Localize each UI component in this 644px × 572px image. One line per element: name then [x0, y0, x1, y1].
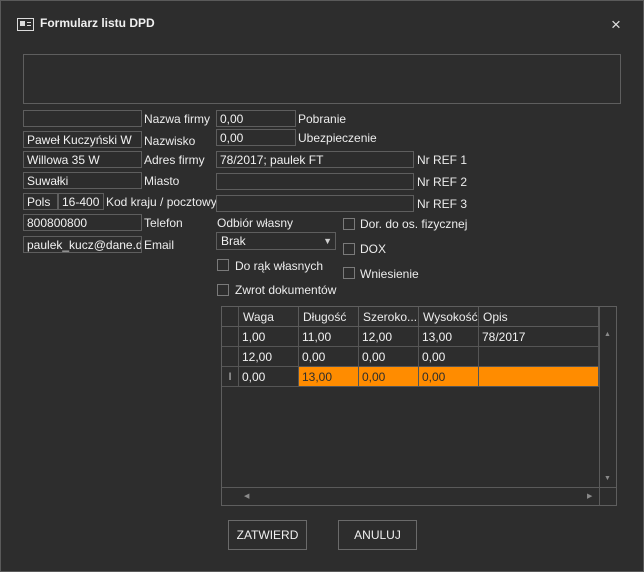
private-person-checkbox[interactable] — [343, 218, 355, 230]
table-cell[interactable]: 1,00 — [239, 327, 299, 347]
scroll-up-icon[interactable]: ▲ — [604, 331, 611, 338]
row-header[interactable] — [222, 347, 239, 367]
surname-label: Nazwisko — [144, 134, 196, 148]
form-icon — [17, 18, 34, 31]
scroll-down-icon[interactable]: ▼ — [604, 475, 611, 482]
email-input[interactable]: paulek_kucz@dane.de — [23, 236, 142, 253]
phone-label: Telefon — [144, 216, 183, 230]
table-cell[interactable]: 0,00 — [419, 347, 479, 367]
close-icon[interactable]: × — [606, 15, 626, 35]
surname-input[interactable]: Paweł Kuczyński W — [23, 131, 142, 148]
row-edit-marker[interactable]: I — [222, 367, 239, 387]
carry-in-label: Wniesienie — [360, 267, 419, 281]
ref3-input[interactable] — [216, 195, 414, 212]
horizontal-scrollbar[interactable]: ◀ ▶ — [222, 487, 599, 505]
ref3-label: Nr REF 3 — [417, 197, 468, 211]
ref1-input[interactable]: 78/2017; paulek FT — [216, 151, 414, 168]
postal-label: Kod kraju / pocztowy — [106, 195, 217, 209]
ref2-label: Nr REF 2 — [417, 175, 468, 189]
carry-in-checkbox[interactable] — [343, 267, 355, 279]
table-cell[interactable]: 11,00 — [299, 327, 359, 347]
insurance-label: Ubezpieczenie — [298, 131, 377, 145]
table-cell[interactable]: 12,00 — [359, 327, 419, 347]
title-bar: Formularz listu DPD × — [1, 1, 643, 45]
cod-label: Pobranie — [298, 112, 347, 126]
postal-code-input[interactable]: 16-400 — [58, 193, 104, 210]
table-cell-selected[interactable]: 0,00 — [419, 367, 479, 387]
return-docs-checkbox[interactable] — [217, 284, 229, 296]
personal-delivery-checkbox[interactable] — [217, 259, 229, 271]
table-cell[interactable]: 0,00 — [239, 367, 299, 387]
column-header-description[interactable]: Opis — [479, 307, 599, 327]
column-header-width[interactable]: Szeroko... — [359, 307, 419, 327]
chevron-down-icon: ▼ — [323, 236, 332, 246]
pickup-label: Odbiór własny — [217, 216, 294, 230]
column-header-height[interactable]: Wysokość — [419, 307, 479, 327]
grid-corner-header — [222, 307, 239, 327]
table-cell-selected[interactable]: 0,00 — [359, 367, 419, 387]
ref2-input[interactable] — [216, 173, 414, 190]
column-header-length[interactable]: Długość — [299, 307, 359, 327]
column-header-weight[interactable]: Waga — [239, 307, 299, 327]
dox-label: DOX — [360, 242, 387, 256]
cancel-button[interactable]: ANULUJ — [338, 520, 417, 550]
private-person-label: Dor. do os. fizycznej — [360, 217, 468, 231]
window-title: Formularz listu DPD — [40, 16, 155, 30]
pickup-selected-value: Brak — [221, 234, 246, 248]
vertical-scrollbar[interactable]: ▲ ▼ — [599, 307, 616, 487]
personal-delivery-label: Do rąk własnych — [235, 259, 324, 273]
notes-textarea[interactable] — [23, 54, 621, 104]
scroll-right-icon[interactable]: ▶ — [587, 492, 592, 500]
table-cell-selected[interactable]: 13,00 — [299, 367, 359, 387]
city-input[interactable]: Suwałki — [23, 172, 142, 189]
pickup-select[interactable]: Brak ▼ — [216, 232, 336, 250]
parcels-grid: Waga Długość Szeroko... Wysokość Opis 1,… — [221, 306, 617, 506]
scrollbar-corner — [599, 487, 616, 505]
company-name-input[interactable] — [23, 110, 142, 127]
dpd-form-window: Formularz listu DPD × Nazwa firmy Paweł … — [0, 0, 644, 572]
ref1-label: Nr REF 1 — [417, 153, 468, 167]
table-cell[interactable]: 0,00 — [299, 347, 359, 367]
return-docs-label: Zwrot dokumentów — [235, 283, 337, 297]
scroll-left-icon[interactable]: ◀ — [244, 492, 249, 500]
table-cell[interactable]: 0,00 — [359, 347, 419, 367]
cod-amount-input[interactable]: 0,00 — [216, 110, 296, 127]
insurance-input[interactable]: 0,00 — [216, 129, 296, 146]
address-label: Adres firmy — [144, 153, 205, 167]
dox-checkbox[interactable] — [343, 243, 355, 255]
confirm-button[interactable]: ZATWIERD — [228, 520, 307, 550]
country-code-input[interactable]: Pols — [23, 193, 58, 210]
city-label: Miasto — [144, 174, 180, 188]
row-header[interactable] — [222, 327, 239, 347]
table-cell[interactable] — [479, 347, 599, 367]
email-label: Email — [144, 238, 175, 252]
company-name-label: Nazwa firmy — [144, 112, 211, 126]
table-cell[interactable]: 78/2017 — [479, 327, 599, 347]
address-input[interactable]: Willowa 35 W — [23, 151, 142, 168]
table-cell-selected[interactable] — [479, 367, 599, 387]
phone-input[interactable]: 800800800 — [23, 214, 142, 231]
table-cell[interactable]: 12,00 — [239, 347, 299, 367]
table-cell[interactable]: 13,00 — [419, 327, 479, 347]
